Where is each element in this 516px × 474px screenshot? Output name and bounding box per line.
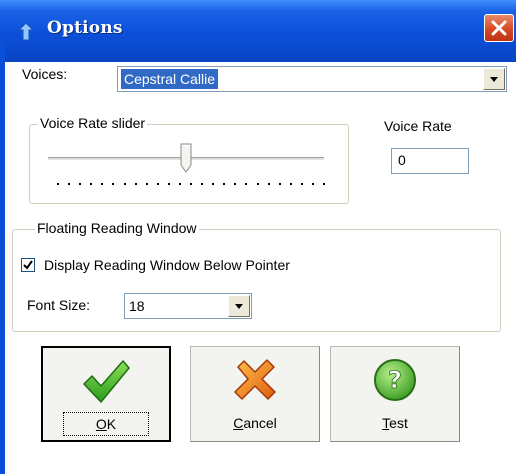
slider-tick (312, 183, 314, 185)
slider-tick (279, 183, 281, 185)
floating-reading-window-group: Floating Reading Window (12, 220, 501, 332)
voices-label: Voices: (22, 66, 68, 82)
slider-tick (323, 183, 325, 185)
slider-tick (168, 183, 170, 185)
test-button[interactable]: ? Test (330, 346, 460, 442)
slider-tick (234, 183, 236, 185)
slider-tick (146, 183, 148, 185)
focus-ring (63, 412, 149, 436)
font-size-select[interactable]: 18 (124, 293, 252, 319)
window-frame (0, 42, 5, 474)
voices-select[interactable]: Cepstral Callie (117, 66, 507, 92)
question-icon: ? (374, 359, 416, 401)
cancel-label: Cancel (233, 415, 277, 431)
slider-tick (135, 183, 137, 185)
floating-reading-window-group-label: Floating Reading Window (35, 220, 199, 236)
voice-rate-label: Voice Rate (384, 118, 452, 134)
slider-tick (190, 183, 192, 185)
slider-tick (90, 183, 92, 185)
app-icon (17, 22, 35, 41)
slider-tick (157, 183, 159, 185)
test-label: Test (382, 415, 408, 431)
display-below-pointer-label[interactable]: Display Reading Window Below Pointer (44, 257, 290, 273)
title-bar[interactable]: Options (0, 0, 516, 62)
slider-tick (245, 183, 247, 185)
voice-rate-slider-ticks (57, 183, 325, 185)
font-size-value: 18 (129, 298, 145, 314)
slider-tick (201, 183, 203, 185)
slider-tick (290, 183, 292, 185)
cross-icon (234, 359, 276, 400)
ok-button[interactable]: OK (41, 346, 171, 442)
slider-tick (257, 183, 259, 185)
slider-tick (223, 183, 225, 185)
close-icon (491, 20, 507, 36)
slider-tick (112, 183, 114, 185)
slider-tick (179, 183, 181, 185)
font-size-dropdown-button[interactable] (228, 295, 250, 317)
slider-tick (301, 183, 303, 185)
voice-rate-slider-group-label: Voice Rate slider (38, 115, 148, 131)
svg-text:?: ? (388, 366, 402, 394)
voice-rate-slider-thumb[interactable] (180, 143, 192, 173)
slider-tick (268, 183, 270, 185)
slider-tick (124, 183, 126, 185)
slider-tick (101, 183, 103, 185)
slider-tick (68, 183, 70, 185)
slider-tick (212, 183, 214, 185)
cancel-button[interactable]: Cancel (190, 346, 320, 442)
voices-selected-value: Cepstral Callie (121, 69, 219, 89)
options-dialog: Options Voices: Cepstral Callie Voice Ra… (0, 0, 516, 474)
window-title: Options (47, 18, 123, 38)
close-button[interactable] (484, 14, 514, 42)
voice-rate-input[interactable]: 0 (391, 148, 469, 174)
checkmark-icon (23, 260, 33, 270)
display-below-pointer-checkbox[interactable] (21, 258, 35, 272)
font-size-label: Font Size: (27, 297, 91, 313)
voices-dropdown-button[interactable] (483, 68, 505, 90)
slider-tick (57, 183, 59, 185)
checkmark-icon (83, 360, 130, 403)
slider-tick (79, 183, 81, 185)
